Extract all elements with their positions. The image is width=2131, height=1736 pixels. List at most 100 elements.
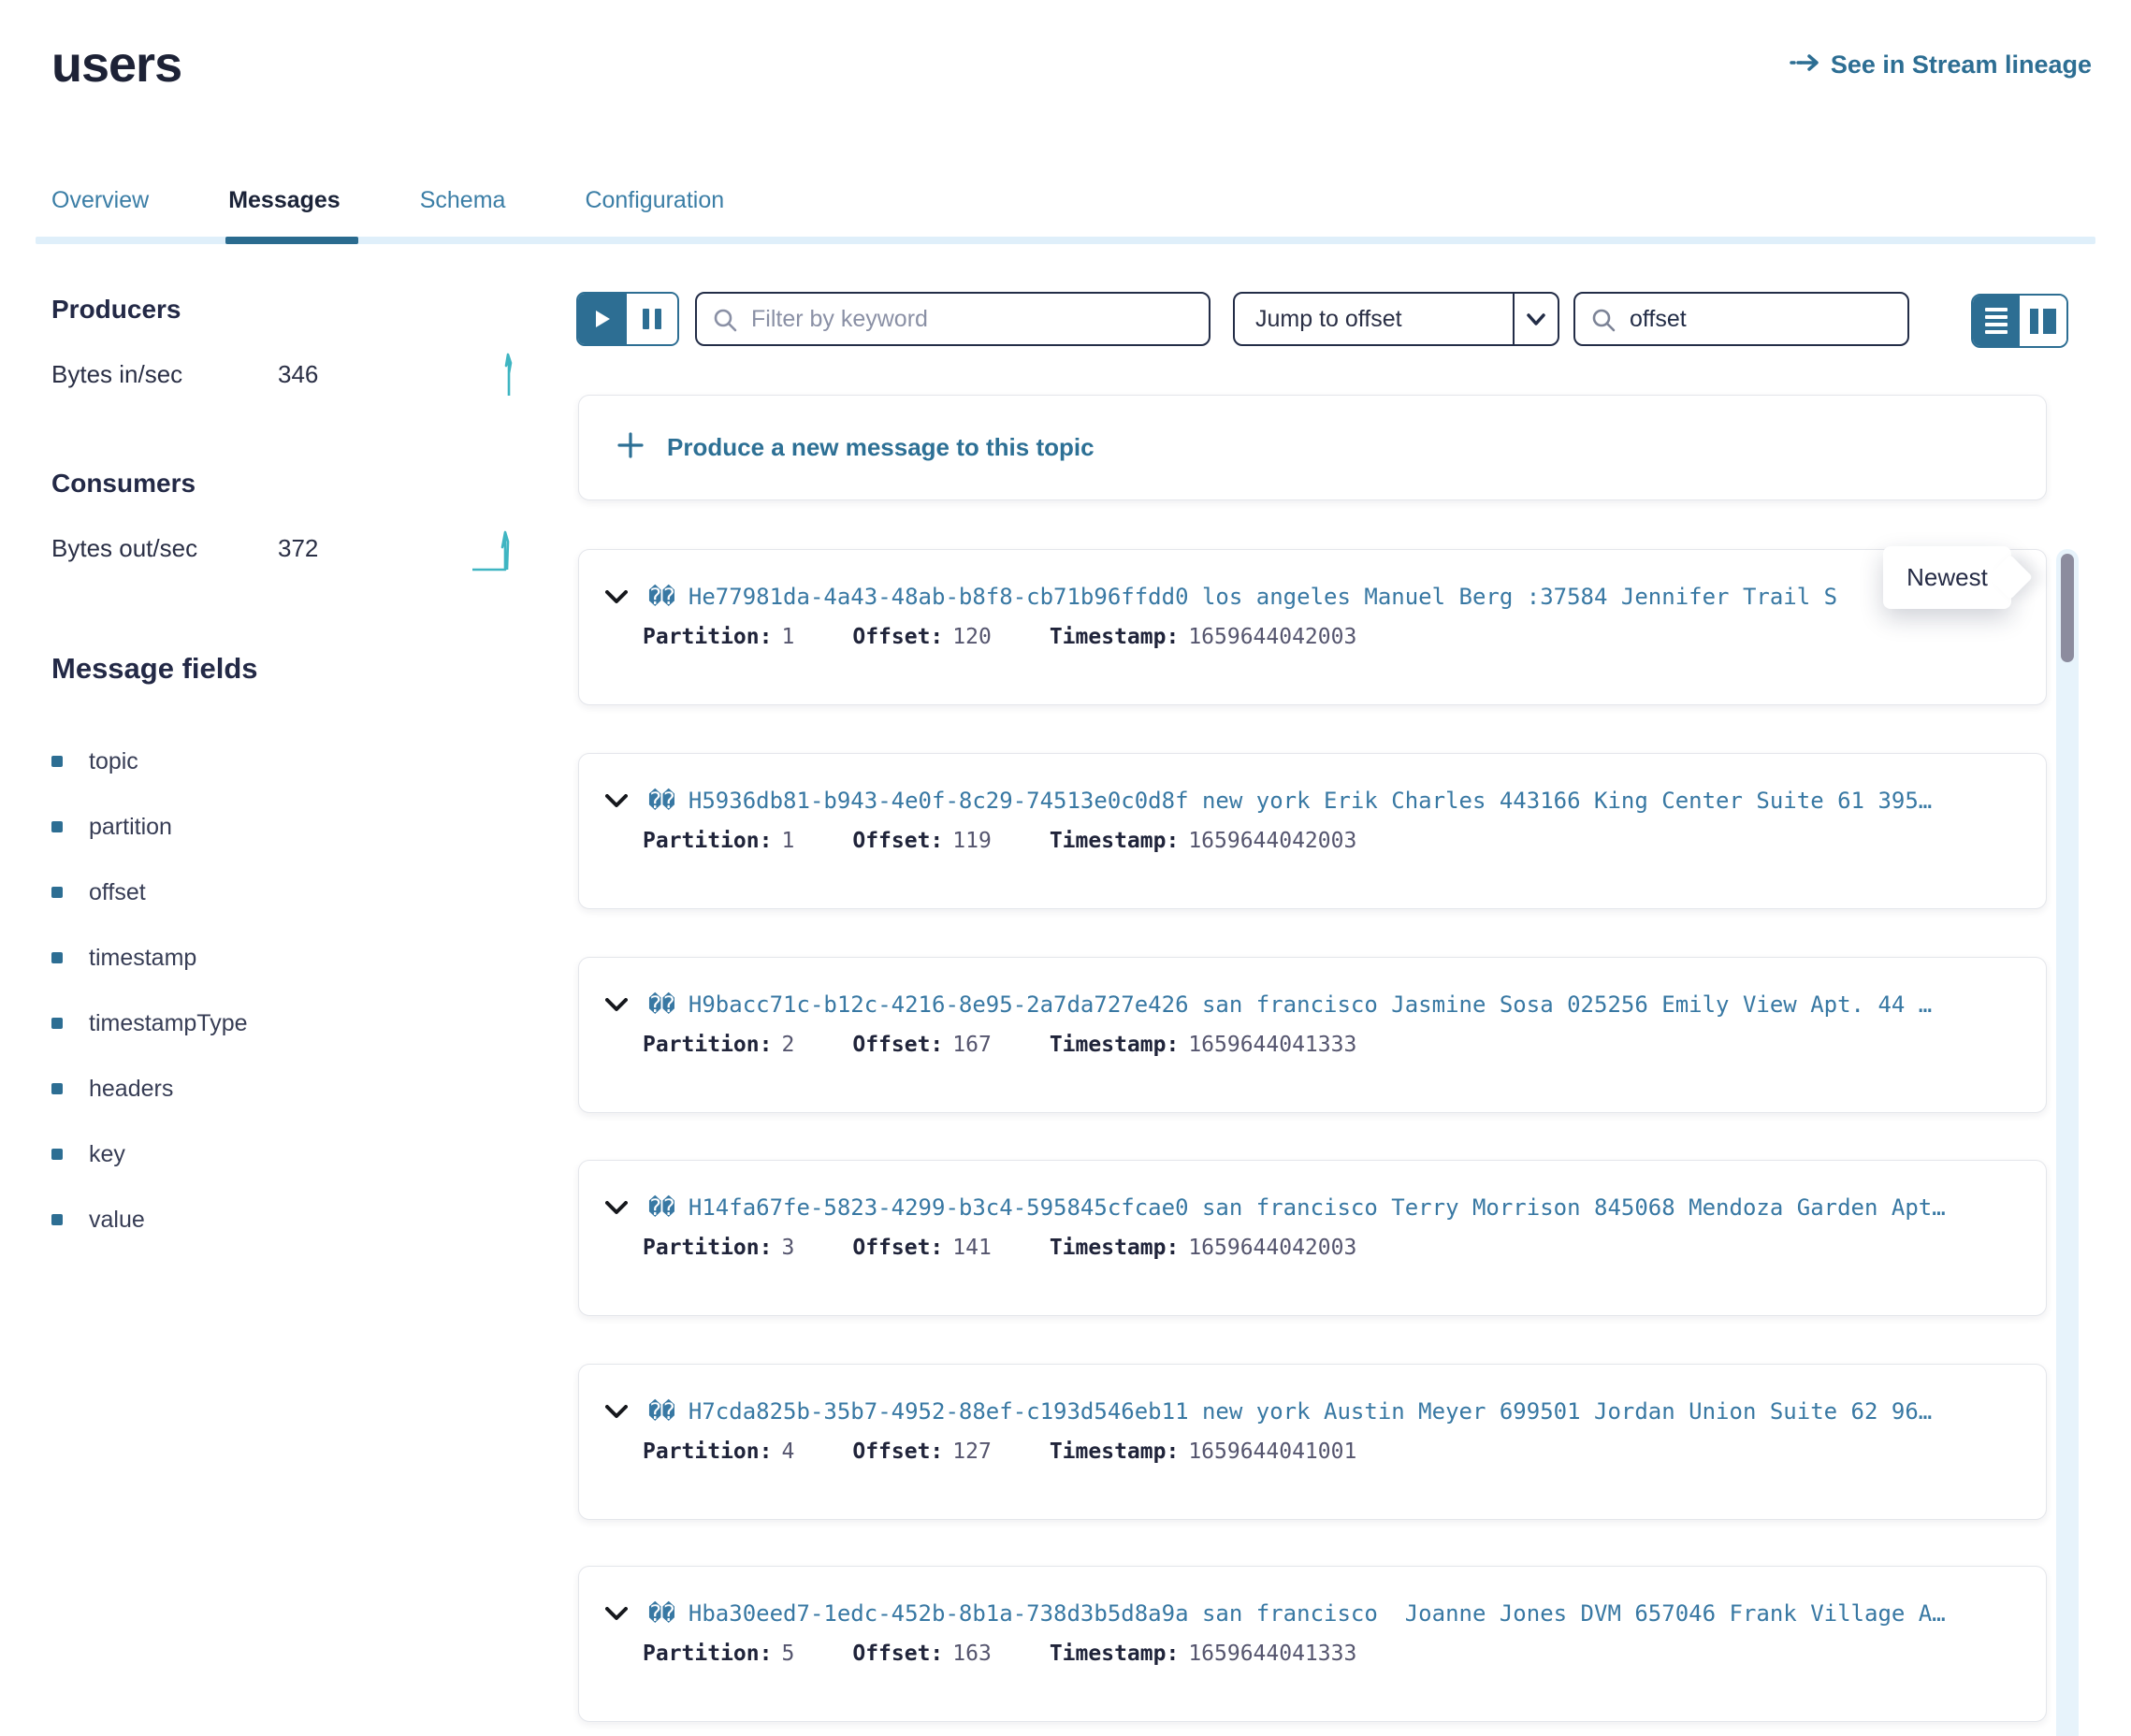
message-expander[interactable]: �� H5936db81-b943-4e0f-8c29-74513e0c0d8f… xyxy=(605,785,2033,817)
field-bullet-icon xyxy=(51,756,63,767)
message-expander[interactable]: �� H14fa67fe-5823-4299-b3c4-595845cfcae0… xyxy=(605,1192,2033,1223)
list-view-button[interactable] xyxy=(1973,296,2020,346)
field-item-timestamp[interactable]: timestamp xyxy=(51,925,547,991)
messages-scrollbar-thumb[interactable] xyxy=(2061,554,2074,662)
column-view-icon xyxy=(2030,309,2038,334)
message-key: �� xyxy=(648,1398,675,1425)
jump-to-offset-select[interactable]: Jump to offset xyxy=(1233,292,1559,346)
offset-value: 127 xyxy=(952,1439,992,1464)
column-view-button[interactable] xyxy=(2020,296,2067,346)
message-value-preview: Hba30eed7-1edc-452b-8b1a-738d3b5d8a9a sa… xyxy=(689,1600,1946,1627)
offset-value: 141 xyxy=(952,1236,992,1260)
pause-icon xyxy=(643,309,649,329)
tab-messages[interactable]: Messages xyxy=(228,187,341,235)
chevron-down-icon[interactable] xyxy=(605,1405,628,1419)
bytes-out-value: 372 xyxy=(278,534,318,563)
field-bullet-icon xyxy=(51,887,63,898)
search-icon xyxy=(1590,307,1616,338)
tab-overview[interactable]: Overview xyxy=(51,187,149,235)
message-value-preview: He77981da-4a43-48ab-b8f8-cb71b96ffdd0 lo… xyxy=(689,584,1837,610)
field-item-offset[interactable]: offset xyxy=(51,860,547,925)
message-expander[interactable]: �� H9bacc71c-b12c-4216-8e95-2a7da727e426… xyxy=(605,989,2033,1020)
topic-messages-page: users See in Stream lineage Overview Mes… xyxy=(0,0,2131,1736)
message-key: �� xyxy=(648,1600,675,1627)
offset-value: 163 xyxy=(952,1642,992,1666)
newest-tooltip-label: Newest xyxy=(1906,563,1988,592)
stream-lineage-icon xyxy=(1790,49,1819,81)
field-item-timestampType[interactable]: timestampType xyxy=(51,991,547,1056)
timestamp-value: 1659644041333 xyxy=(1188,1033,1356,1057)
message-key: �� xyxy=(648,1194,675,1221)
producers-heading: Producers xyxy=(51,295,547,325)
message-row: �� H14fa67fe-5823-4299-b3c4-595845cfcae0… xyxy=(578,1160,2047,1316)
offset-value: 120 xyxy=(952,625,992,649)
partition-value: 3 xyxy=(781,1236,794,1260)
see-in-stream-lineage-link[interactable]: See in Stream lineage xyxy=(1790,49,2092,81)
search-icon xyxy=(712,307,738,338)
list-view-icon xyxy=(1985,308,2008,334)
message-value-preview: H7cda825b-35b7-4952-88ef-c193d546eb11 ne… xyxy=(689,1398,1932,1425)
message-fields-heading: Message fields xyxy=(51,652,547,686)
timestamp-value: 1659644041001 xyxy=(1188,1439,1356,1464)
message-metadata: Partition:2 Offset:167 Timestamp:1659644… xyxy=(643,1033,1356,1057)
message-row: �� H9bacc71c-b12c-4216-8e95-2a7da727e426… xyxy=(578,957,2047,1113)
bytes-out-metric: Bytes out/sec 372 xyxy=(51,534,547,586)
messages-scrollbar-track[interactable] xyxy=(2056,549,2079,1736)
message-row: �� H7cda825b-35b7-4952-88ef-c193d546eb11… xyxy=(578,1364,2047,1520)
filter-input[interactable] xyxy=(697,294,1209,344)
field-item-value[interactable]: value xyxy=(51,1187,547,1252)
tab-active-indicator xyxy=(225,237,358,244)
chevron-down-icon[interactable] xyxy=(605,1607,628,1621)
message-metadata: Partition:5 Offset:163 Timestamp:1659644… xyxy=(643,1642,1356,1666)
partition-value: 1 xyxy=(781,625,794,649)
tab-bar: Overview Messages Schema Configuration xyxy=(51,187,724,235)
messages-toolbar: Jump to offset xyxy=(576,292,2073,348)
field-item-topic[interactable]: topic xyxy=(51,729,547,794)
field-item-partition[interactable]: partition xyxy=(51,794,547,860)
message-value-preview: H9bacc71c-b12c-4216-8e95-2a7da727e426 sa… xyxy=(689,991,1932,1018)
field-bullet-icon xyxy=(51,1083,63,1094)
offset-search-field xyxy=(1573,292,1909,346)
message-expander[interactable]: �� Hba30eed7-1edc-452b-8b1a-738d3b5d8a9a… xyxy=(605,1598,2033,1629)
tab-schema[interactable]: Schema xyxy=(420,187,506,235)
bytes-out-sparkline-icon xyxy=(471,514,523,578)
left-panel: Producers Bytes in/sec 346 Consumers Byt… xyxy=(51,295,547,1252)
play-button[interactable] xyxy=(578,294,627,344)
field-bullet-icon xyxy=(51,1214,63,1225)
message-row: �� Hba30eed7-1edc-452b-8b1a-738d3b5d8a9a… xyxy=(578,1566,2047,1722)
plus-icon xyxy=(616,431,645,464)
jump-to-offset-value: Jump to offset xyxy=(1235,306,1513,333)
chevron-down-icon xyxy=(1513,294,1558,344)
message-metadata: Partition:3 Offset:141 Timestamp:1659644… xyxy=(643,1236,1356,1260)
pause-button[interactable] xyxy=(627,294,676,344)
chevron-down-icon[interactable] xyxy=(605,1201,628,1215)
tab-configuration[interactable]: Configuration xyxy=(585,187,724,235)
page-title: users xyxy=(51,36,181,94)
partition-value: 5 xyxy=(781,1642,794,1666)
play-pause-group xyxy=(576,292,679,346)
offset-search-input[interactable] xyxy=(1575,294,1907,344)
field-item-key[interactable]: key xyxy=(51,1121,547,1187)
bytes-out-label: Bytes out/sec xyxy=(51,534,278,563)
bytes-in-sparkline-icon xyxy=(499,351,519,404)
message-row: �� He77981da-4a43-48ab-b8f8-cb71b96ffdd0… xyxy=(578,549,2047,705)
partition-value: 2 xyxy=(781,1033,794,1057)
message-metadata: Partition:1 Offset:119 Timestamp:1659644… xyxy=(643,829,1356,853)
message-expander[interactable]: �� H7cda825b-35b7-4952-88ef-c193d546eb11… xyxy=(605,1396,2033,1427)
field-bullet-icon xyxy=(51,952,63,963)
chevron-down-icon[interactable] xyxy=(605,998,628,1012)
filter-field xyxy=(695,292,1210,346)
chevron-down-icon[interactable] xyxy=(605,590,628,604)
message-metadata: Partition:4 Offset:127 Timestamp:1659644… xyxy=(643,1439,1356,1464)
chevron-down-icon[interactable] xyxy=(605,794,628,808)
message-value-preview: H5936db81-b943-4e0f-8c29-74513e0c0d8f ne… xyxy=(689,788,1932,814)
bytes-in-label: Bytes in/sec xyxy=(51,360,278,389)
field-bullet-icon xyxy=(51,821,63,832)
message-expander[interactable]: �� He77981da-4a43-48ab-b8f8-cb71b96ffdd0… xyxy=(605,581,2033,613)
timestamp-value: 1659644042003 xyxy=(1188,1236,1356,1260)
produce-message-button[interactable]: Produce a new message to this topic xyxy=(578,395,2047,500)
field-item-headers[interactable]: headers xyxy=(51,1056,547,1121)
newest-tooltip: Newest xyxy=(1883,546,2011,609)
partition-value: 1 xyxy=(781,829,794,853)
timestamp-value: 1659644041333 xyxy=(1188,1642,1356,1666)
